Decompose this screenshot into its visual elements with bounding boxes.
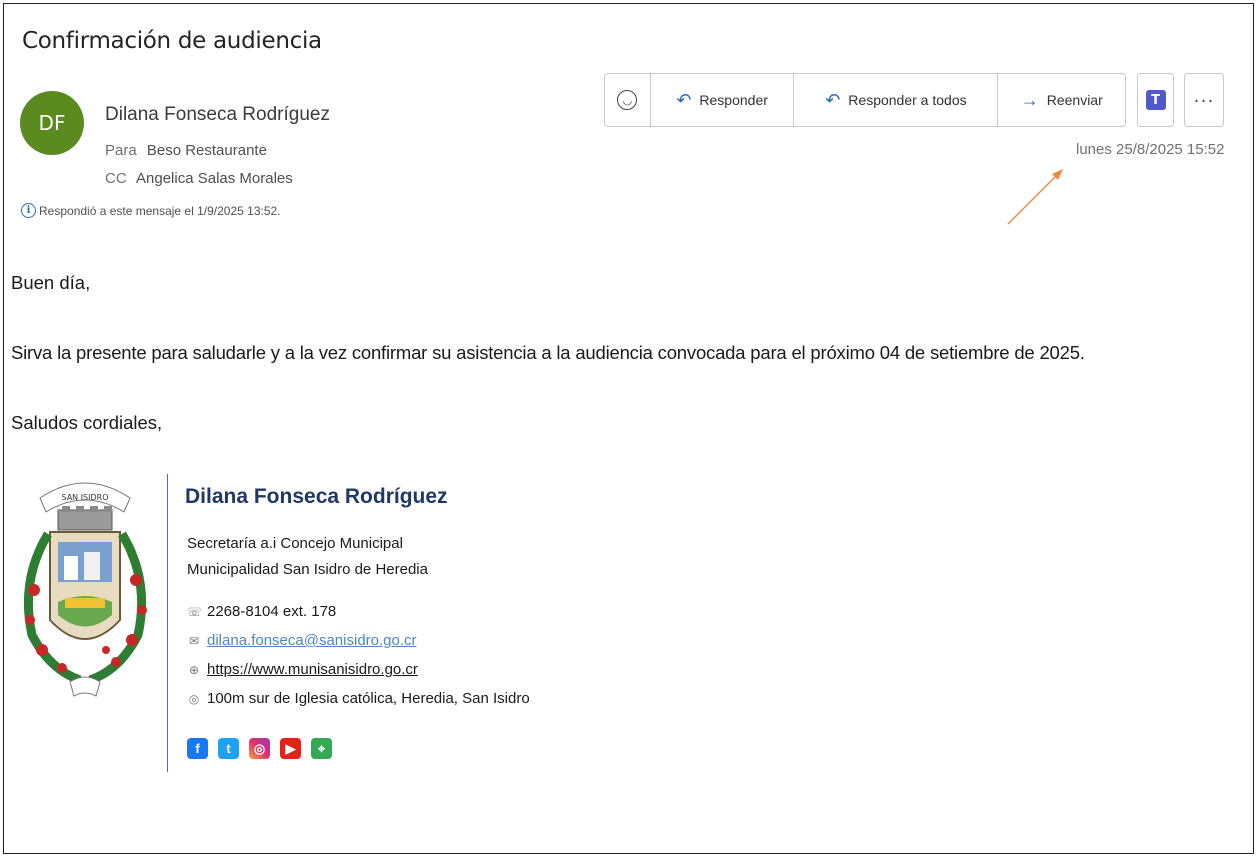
- forward-label: Reenviar: [1046, 92, 1103, 108]
- svg-text:SAN ISIDRO: SAN ISIDRO: [61, 493, 108, 502]
- signature-name: Dilana Fonseca Rodríguez: [185, 485, 448, 508]
- globe-icon: ⊕: [188, 662, 200, 677]
- recipient-cc: CC Angelica Salas Morales: [105, 170, 293, 187]
- signature-website: ⊕ https://www.munisanisidro.go.cr: [187, 661, 418, 678]
- more-actions-button[interactable]: ···: [1184, 73, 1224, 127]
- social-links: f t ◎ ▶ ⌖: [187, 738, 332, 759]
- signature-email: ✉ dilana.fonseca@sanisidro.go.cr: [187, 632, 417, 649]
- annotation-arrow: [1007, 169, 1063, 225]
- reply-info-bar: i Respondió a este mensaje el 1/9/2025 1…: [21, 203, 281, 218]
- info-icon: i: [21, 203, 36, 218]
- to-recipient[interactable]: Beso Restaurante: [147, 142, 267, 159]
- recipient-to: Para Beso Restaurante: [105, 142, 267, 159]
- youtube-icon[interactable]: ▶: [280, 738, 301, 759]
- sender-name[interactable]: Dilana Fonseca Rodríguez: [105, 104, 330, 126]
- signature-organization: Municipalidad San Isidro de Heredia: [187, 561, 428, 578]
- phone-number: 2268-8104 ext. 178: [207, 603, 337, 620]
- received-date: lunes 25/8/2025 15:52: [1076, 141, 1225, 158]
- reply-all-button[interactable]: ↶ Responder a todos: [794, 74, 999, 126]
- cc-label: CC: [105, 170, 127, 187]
- teams-button[interactable]: T: [1137, 73, 1174, 127]
- location-pin-icon: ◎: [188, 691, 200, 706]
- reply-info-text: Respondió a este mensaje el 1/9/2025 13:…: [39, 203, 281, 218]
- phone-icon: ☏: [187, 604, 203, 619]
- reply-all-icon: ↶: [825, 89, 841, 110]
- signature-divider: [167, 474, 168, 772]
- teams-icon: T: [1145, 90, 1166, 110]
- reply-label: Responder: [699, 92, 768, 108]
- twitter-icon[interactable]: t: [218, 738, 239, 759]
- forward-button[interactable]: → Reenviar: [998, 74, 1125, 126]
- facebook-icon[interactable]: f: [187, 738, 208, 759]
- email-link[interactable]: dilana.fonseca@sanisidro.go.cr: [207, 632, 417, 649]
- email-closing: Saludos cordiales,: [11, 412, 163, 433]
- address-text: 100m sur de Iglesia católica, Heredia, S…: [207, 690, 530, 707]
- avatar-initials: DF: [38, 111, 66, 135]
- cc-recipient[interactable]: Angelica Salas Morales: [136, 170, 293, 187]
- reply-icon: ↶: [676, 89, 692, 110]
- email-body-paragraph: Sirva la presente para saludarle y a la …: [11, 342, 1085, 363]
- reply-all-label: Responder a todos: [848, 92, 967, 108]
- municipal-crest-logo: SAN ISIDRO: [23, 482, 147, 697]
- message-actions-toolbar: ◡ ↶ Responder ↶ Responder a todos → Reen…: [604, 73, 1126, 127]
- reply-button[interactable]: ↶ Responder: [651, 74, 795, 126]
- maps-icon[interactable]: ⌖: [311, 738, 332, 759]
- to-label: Para: [105, 142, 137, 159]
- email-greeting: Buen día,: [11, 272, 91, 293]
- email-subject: Confirmación de audiencia: [22, 28, 322, 54]
- signature-role: Secretaría a.i Concejo Municipal: [187, 535, 403, 552]
- instagram-icon[interactable]: ◎: [249, 738, 270, 759]
- mail-icon: ✉: [188, 633, 200, 648]
- signature-phone: ☏ 2268-8104 ext. 178: [187, 603, 336, 620]
- email-reading-pane: [3, 3, 1254, 854]
- website-link[interactable]: https://www.munisanisidro.go.cr: [207, 661, 418, 678]
- react-button[interactable]: ◡: [605, 74, 651, 126]
- smiley-icon: ◡: [617, 90, 638, 110]
- signature-address: ◎ 100m sur de Iglesia católica, Heredia,…: [187, 690, 530, 707]
- forward-icon: →: [1020, 89, 1039, 110]
- avatar[interactable]: DF: [20, 91, 84, 155]
